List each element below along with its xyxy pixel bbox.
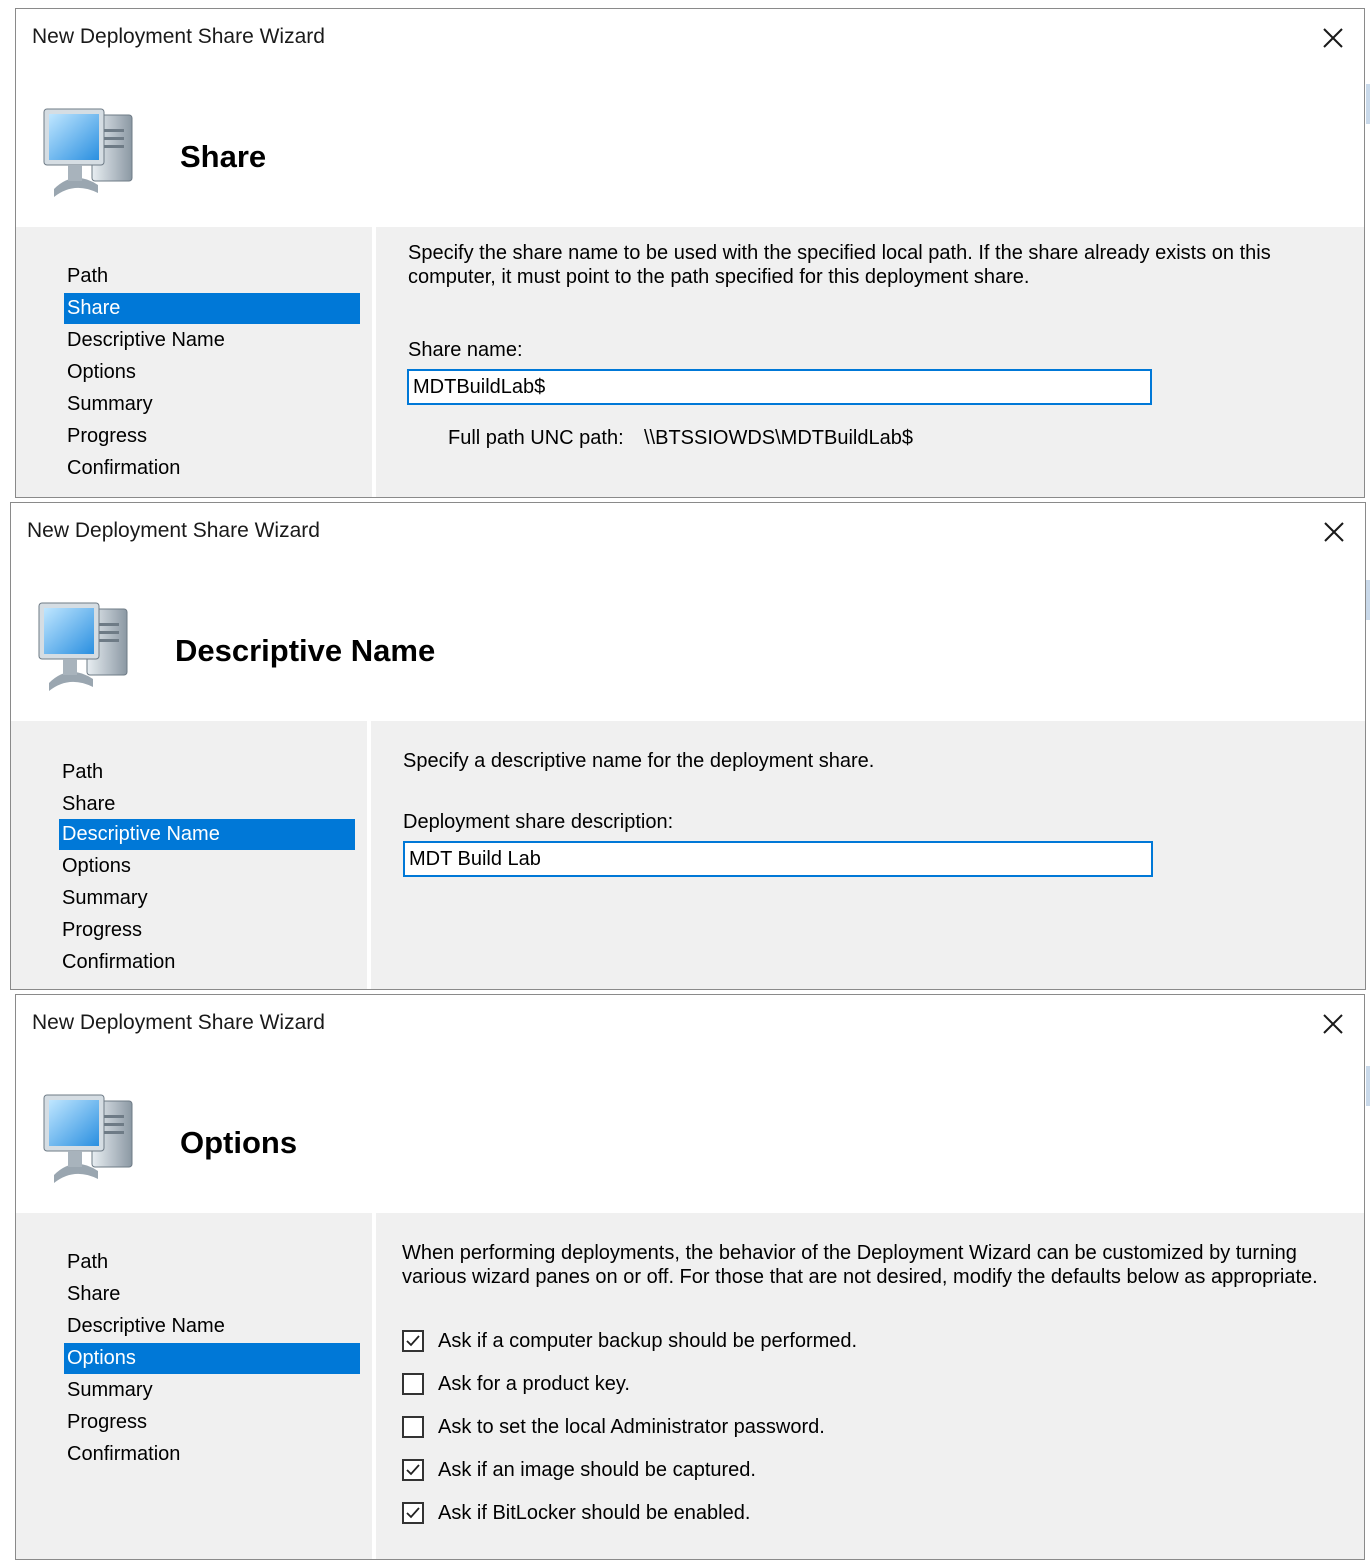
wizard-header: Descriptive Name (11, 563, 1365, 721)
computer-icon (43, 1094, 133, 1183)
checkbox[interactable] (402, 1416, 424, 1438)
checkbox[interactable] (402, 1502, 424, 1524)
computer-icon (43, 108, 133, 197)
share-name-label: Share name: (408, 339, 523, 361)
nav-item-progress[interactable]: Progress (64, 421, 360, 452)
unc-path-value: \\BTSSIOWDS\MDTBuildLab$ (644, 427, 913, 449)
nav-item-descriptive-name[interactable]: Descriptive Name (64, 325, 360, 356)
checkbox-label: Ask for a product key. (438, 1372, 630, 1395)
option-image-capture[interactable]: Ask if an image should be captured. (402, 1456, 756, 1484)
nav-item-summary[interactable]: Summary (59, 883, 355, 914)
page-title: Descriptive Name (175, 633, 436, 668)
checkmark-icon (406, 1335, 420, 1347)
nav-item-progress[interactable]: Progress (59, 915, 355, 946)
background-window-edge (1366, 1066, 1370, 1106)
window-title: New Deployment Share Wizard (27, 519, 320, 542)
checkbox-label: Ask if an image should be captured. (438, 1458, 756, 1481)
wizard-steps-nav: Path Share Descriptive Name Options Summ… (16, 1213, 372, 1559)
wizard-window-share: New Deployment Share Wizard Share Path S… (15, 8, 1365, 498)
share-name-input[interactable] (407, 369, 1152, 405)
page-title: Share (180, 139, 267, 174)
title-bar: New Deployment Share Wizard (16, 995, 1364, 1055)
checkbox-label: Ask if BitLocker should be enabled. (438, 1501, 751, 1524)
wizard-steps-nav: Path Share Descriptive Name Options Summ… (11, 721, 367, 989)
wizard-window-options: New Deployment Share Wizard Options Path… (15, 994, 1365, 1560)
window-title: New Deployment Share Wizard (32, 25, 325, 48)
nav-item-path[interactable]: Path (64, 261, 360, 292)
page-description: Specify the share name to be used with t… (408, 242, 1271, 288)
checkbox-label: Ask if a computer backup should be perfo… (438, 1329, 858, 1352)
nav-item-confirmation[interactable]: Confirmation (64, 1439, 360, 1470)
nav-item-share[interactable]: Share (64, 293, 360, 324)
nav-item-confirmation[interactable]: Confirmation (64, 453, 360, 484)
checkmark-icon (406, 1507, 420, 1519)
page-description: Specify a descriptive name for the deplo… (403, 750, 875, 772)
computer-icon (38, 602, 128, 691)
background-window-edge (1366, 84, 1370, 124)
nav-item-summary[interactable]: Summary (64, 389, 360, 420)
nav-item-share[interactable]: Share (59, 789, 355, 820)
unc-path-label: Full path UNC path: (448, 427, 624, 449)
close-button[interactable] (1316, 1007, 1350, 1041)
description-input[interactable] (403, 841, 1153, 877)
nav-item-progress[interactable]: Progress (64, 1407, 360, 1438)
wizard-steps-nav: Path Share Descriptive Name Options Summ… (16, 227, 372, 497)
wizard-header: Options (16, 1055, 1364, 1213)
close-button[interactable] (1316, 21, 1350, 55)
close-icon (1323, 1014, 1343, 1034)
nav-item-summary[interactable]: Summary (64, 1375, 360, 1406)
title-bar: New Deployment Share Wizard (11, 503, 1365, 563)
wizard-header: Share (16, 69, 1364, 227)
option-bitlocker[interactable]: Ask if BitLocker should be enabled. (402, 1499, 750, 1527)
checkbox[interactable] (402, 1373, 424, 1395)
nav-item-options[interactable]: Options (64, 357, 360, 388)
option-admin-password[interactable]: Ask to set the local Administrator passw… (402, 1413, 825, 1441)
checkbox[interactable] (402, 1459, 424, 1481)
window-title: New Deployment Share Wizard (32, 1011, 325, 1034)
close-button[interactable] (1317, 515, 1351, 549)
page-title: Options (180, 1125, 298, 1160)
checkbox-label: Ask to set the local Administrator passw… (438, 1415, 825, 1438)
option-product-key[interactable]: Ask for a product key. (402, 1370, 630, 1398)
checkmark-icon (406, 1464, 420, 1476)
option-computer-backup[interactable]: Ask if a computer backup should be perfo… (402, 1327, 857, 1355)
nav-item-options[interactable]: Options (64, 1343, 360, 1374)
nav-item-descriptive-name[interactable]: Descriptive Name (59, 819, 355, 850)
checkbox[interactable] (402, 1330, 424, 1352)
nav-item-share[interactable]: Share (64, 1279, 360, 1310)
title-bar: New Deployment Share Wizard (16, 9, 1364, 69)
nav-item-options[interactable]: Options (59, 851, 355, 882)
nav-item-descriptive-name[interactable]: Descriptive Name (64, 1311, 360, 1342)
nav-item-confirmation[interactable]: Confirmation (59, 947, 355, 978)
wizard-window-descriptive-name: New Deployment Share Wizard Descriptive … (10, 502, 1366, 990)
wizard-content: When performing deployments, the behavio… (376, 1213, 1364, 1559)
description-field-label: Deployment share description: (403, 811, 674, 833)
nav-item-path[interactable]: Path (64, 1247, 360, 1278)
page-description: When performing deployments, the behavio… (402, 1242, 1318, 1288)
wizard-content: Specify the share name to be used with t… (376, 227, 1364, 497)
close-icon (1324, 522, 1344, 542)
wizard-content: Specify a descriptive name for the deplo… (371, 721, 1365, 989)
close-icon (1323, 28, 1343, 48)
nav-item-path[interactable]: Path (59, 757, 355, 788)
background-window-edge (1366, 580, 1370, 620)
